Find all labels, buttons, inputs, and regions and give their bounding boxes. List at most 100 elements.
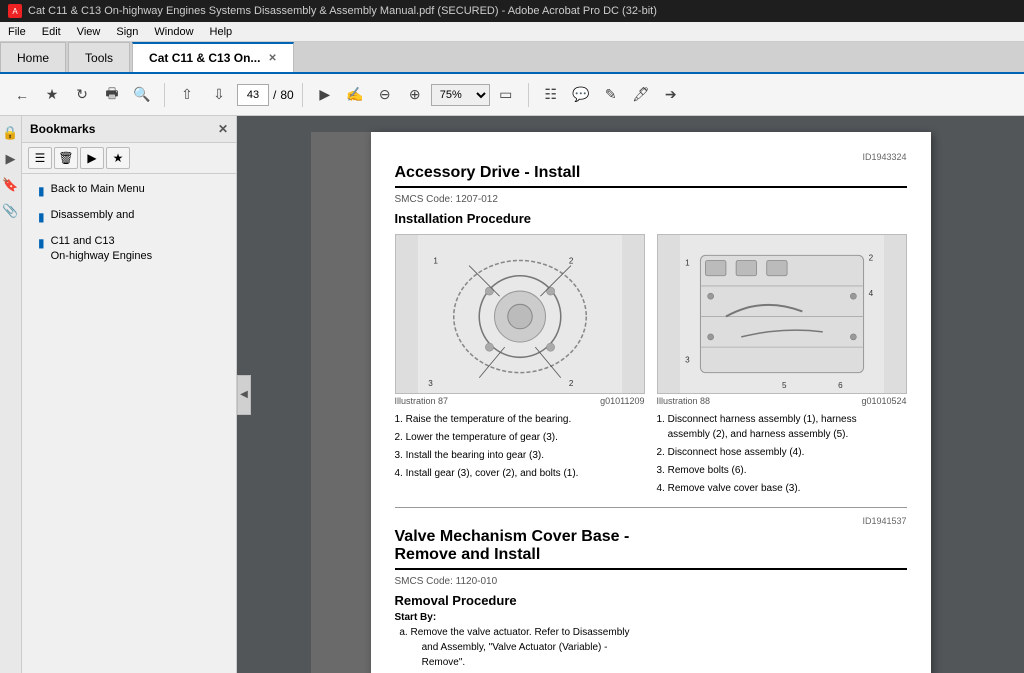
page-number-input[interactable] bbox=[237, 84, 269, 106]
sidebar-expand-btn[interactable]: ▶ bbox=[80, 147, 104, 169]
bookmark-icon-2: ▮ bbox=[38, 209, 45, 226]
sidebar-title: Bookmarks bbox=[30, 122, 95, 136]
tab-bar: Home Tools Cat C11 & C13 On... ✕ bbox=[0, 42, 1024, 74]
section2-title: Valve Mechanism Cover Base -Remove and I… bbox=[395, 528, 907, 570]
bookmark-item-2[interactable]: ▮ Disassembly and bbox=[22, 204, 236, 230]
attachment-icon[interactable]: 📎 bbox=[2, 202, 20, 220]
section1-subtitle: Installation Procedure bbox=[395, 211, 907, 226]
toolbar-nav-group: ← ★ ↻ 🖶 🔍 bbox=[8, 81, 156, 109]
page-up-button[interactable]: ⇧ bbox=[173, 81, 201, 109]
sidebar-menu-btn[interactable]: ☰ bbox=[28, 147, 52, 169]
right-step-2: 2. Disconnect hose assembly (4). bbox=[657, 445, 907, 460]
sidebar-star-btn[interactable]: ★ bbox=[106, 147, 130, 169]
right-step-1: 1. Disconnect harness assembly (1), harn… bbox=[657, 412, 907, 442]
bookmark-star-button[interactable]: ★ bbox=[38, 81, 66, 109]
toolbar-sep-2 bbox=[302, 83, 303, 107]
svg-text:1: 1 bbox=[685, 259, 690, 268]
doc-id-2: ID1941537 bbox=[395, 516, 907, 526]
menu-file[interactable]: File bbox=[0, 24, 34, 40]
zoom-select[interactable]: 75% 100% 125% 150% bbox=[431, 84, 490, 106]
refresh-button[interactable]: ↻ bbox=[68, 81, 96, 109]
title-text: Cat C11 & C13 On-highway Engines Systems… bbox=[28, 5, 657, 17]
illus-88-code: g01010524 bbox=[861, 396, 906, 406]
main-layout: 🔒 ▶ 🔖 📎 Bookmarks ✕ ☰ 🗑 ▶ ★ ▮ Back to Ma… bbox=[0, 116, 1024, 673]
bookmark-label-2: Disassembly and bbox=[51, 208, 135, 223]
section2-subtitle: Removal Procedure bbox=[395, 593, 907, 608]
svg-text:1: 1 bbox=[433, 257, 438, 266]
step-4: 4. Install gear (3), cover (2), and bolt… bbox=[395, 466, 645, 481]
section1-steps: 1. Raise the temperature of the bearing.… bbox=[395, 412, 645, 481]
tab-close-icon[interactable]: ✕ bbox=[268, 53, 276, 64]
bookmark-icon-3: ▮ bbox=[38, 235, 45, 252]
step-2: 2. Lower the temperature of gear (3). bbox=[395, 430, 645, 445]
section1-smcs: SMCS Code: 1207-012 bbox=[395, 194, 907, 205]
svg-text:5: 5 bbox=[782, 381, 787, 390]
page-right-spacer bbox=[931, 132, 951, 657]
app-icon: A bbox=[8, 4, 22, 18]
search-button[interactable]: 🔍 bbox=[128, 81, 156, 109]
menu-help[interactable]: Help bbox=[202, 24, 241, 40]
back-button[interactable]: ← bbox=[8, 81, 36, 109]
illus-88-caption: Illustration 88 g01010524 bbox=[657, 396, 907, 406]
tab-tools[interactable]: Tools bbox=[68, 42, 130, 72]
menu-bar: File Edit View Sign Window Help bbox=[0, 22, 1024, 42]
bookmark-item-3[interactable]: ▮ C11 and C13 On-highway Engines bbox=[22, 230, 236, 269]
title-bar: A Cat C11 & C13 On-highway Engines Syste… bbox=[0, 0, 1024, 22]
view-tools-group: ☷ 💬 ✎ 🖋 ➔ bbox=[537, 81, 685, 109]
bookmark-icon-1: ▮ bbox=[38, 183, 45, 200]
layers-icon[interactable]: ▶ bbox=[2, 150, 20, 168]
menu-window[interactable]: Window bbox=[146, 24, 201, 40]
illustration-87-block: 1 2 3 2 Illustration 87 g01011209 1. Rai… bbox=[395, 234, 645, 499]
toolbar-sep-3 bbox=[528, 83, 529, 107]
illustration-88: 1 2 4 3 5 6 bbox=[657, 234, 907, 394]
tab-home[interactable]: Home bbox=[0, 42, 66, 72]
sidebar-delete-btn[interactable]: 🗑 bbox=[54, 147, 78, 169]
svg-text:4: 4 bbox=[868, 289, 873, 298]
print-button[interactable]: 🖶 bbox=[98, 81, 126, 109]
share-button[interactable]: ➔ bbox=[657, 81, 685, 109]
start-by-label: Start By: bbox=[395, 612, 907, 623]
page-left-margin bbox=[311, 132, 371, 673]
zoom-fit-button[interactable]: ▭ bbox=[492, 81, 520, 109]
step-1: 1. Raise the temperature of the bearing. bbox=[395, 412, 645, 427]
sign-button[interactable]: 🖋 bbox=[627, 81, 655, 109]
sidebar-close-icon[interactable]: ✕ bbox=[218, 122, 228, 136]
comment-button[interactable]: 💬 bbox=[567, 81, 595, 109]
sidebar-collapse-button[interactable]: ◀ bbox=[237, 375, 251, 415]
page-down-button[interactable]: ⇩ bbox=[205, 81, 233, 109]
zoom-in-button[interactable]: ⊕ bbox=[401, 81, 429, 109]
engine-drawing-87: 1 2 3 2 bbox=[396, 235, 644, 393]
section-divider bbox=[395, 507, 907, 508]
scroll-mode-button[interactable]: ☷ bbox=[537, 81, 565, 109]
illustrations-row: 1 2 3 2 Illustration 87 g01011209 1. Rai… bbox=[395, 234, 907, 499]
illus-87-label: Illustration 87 bbox=[395, 396, 449, 406]
section1-title: Accessory Drive - Install bbox=[395, 164, 907, 188]
page-area[interactable]: ID1943324 Accessory Drive - Install SMCS… bbox=[237, 116, 1024, 673]
tab-tools-label: Tools bbox=[85, 51, 113, 65]
bookmarks-panel-icon[interactable]: 🔖 bbox=[2, 176, 20, 194]
draw-button[interactable]: ✎ bbox=[597, 81, 625, 109]
hand-tool-button[interactable]: ✍ bbox=[341, 81, 369, 109]
bookmark-label-1: Back to Main Menu bbox=[51, 182, 145, 197]
bookmark-item-1[interactable]: ▮ Back to Main Menu bbox=[22, 178, 236, 204]
right-step-3: 3. Remove bolts (6). bbox=[657, 463, 907, 478]
menu-edit[interactable]: Edit bbox=[34, 24, 69, 40]
pdf-page: ID1943324 Accessory Drive - Install SMCS… bbox=[371, 132, 931, 673]
page-nav-group: ⇧ ⇩ / 80 bbox=[173, 81, 294, 109]
zoom-out-button[interactable]: ⊖ bbox=[371, 81, 399, 109]
illustration-88-block: 1 2 4 3 5 6 Illustration 88 g01010524 bbox=[657, 234, 907, 499]
toolbar-sep-1 bbox=[164, 83, 165, 107]
engine-drawing-88: 1 2 4 3 5 6 bbox=[658, 235, 906, 393]
lock-icon[interactable]: 🔒 bbox=[2, 124, 20, 142]
alpha-step-a: Remove the valve actuator. Refer to Disa… bbox=[411, 625, 907, 670]
total-pages: 80 bbox=[280, 88, 293, 102]
svg-text:3: 3 bbox=[428, 379, 433, 388]
right-step-4: 4. Remove valve cover base (3). bbox=[657, 481, 907, 496]
menu-sign[interactable]: Sign bbox=[108, 24, 146, 40]
tab-home-label: Home bbox=[17, 51, 49, 65]
select-tool-button[interactable]: ▶ bbox=[311, 81, 339, 109]
menu-view[interactable]: View bbox=[69, 24, 109, 40]
sidebar-header: Bookmarks ✕ bbox=[22, 116, 236, 143]
tab-document[interactable]: Cat C11 & C13 On... ✕ bbox=[132, 42, 294, 72]
sidebar: Bookmarks ✕ ☰ 🗑 ▶ ★ ▮ Back to Main Menu … bbox=[22, 116, 237, 673]
